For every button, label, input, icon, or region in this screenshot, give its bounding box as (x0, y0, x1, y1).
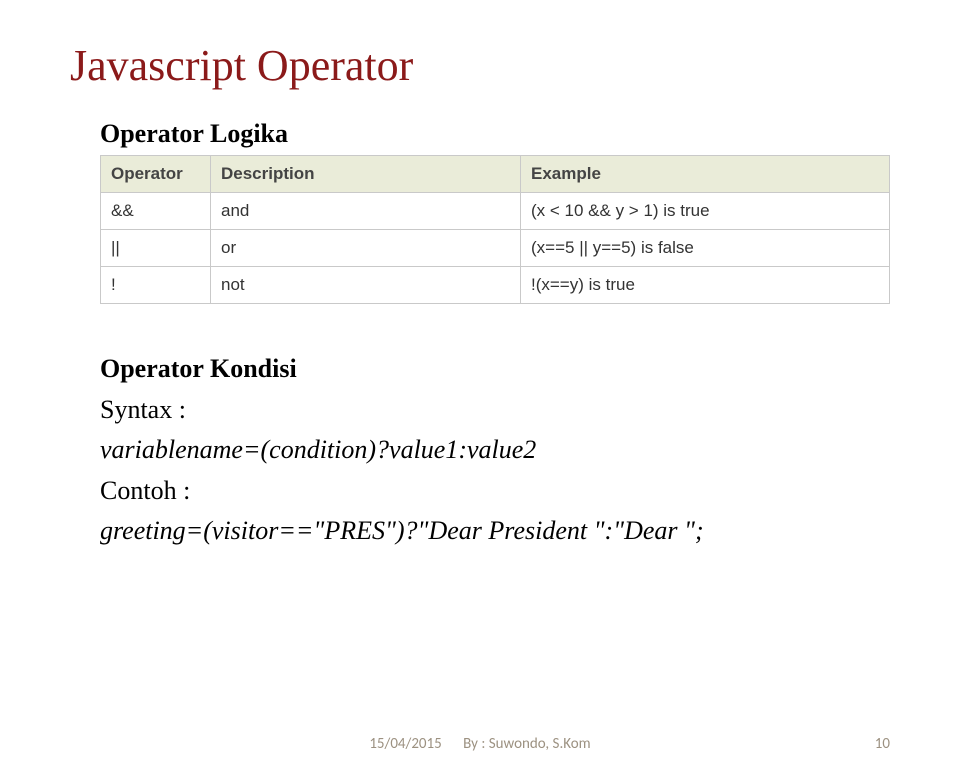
table-row: ! not !(x==y) is true (101, 267, 890, 304)
cell-example: !(x==y) is true (521, 267, 890, 304)
table-header-row: Operator Description Example (101, 156, 890, 193)
cell-example: (x==5 || y==5) is false (521, 230, 890, 267)
cell-description: or (211, 230, 521, 267)
footer-date: 15/04/2015 (369, 735, 441, 753)
footer-author: By : Suwondo, S.Kom (463, 735, 591, 753)
cell-example: (x < 10 && y > 1) is true (521, 193, 890, 230)
table-row: && and (x < 10 && y > 1) is true (101, 193, 890, 230)
section-heading-kondisi: Operator Kondisi (100, 354, 890, 384)
cell-description: not (211, 267, 521, 304)
example-code: greeting=(visitor=="PRES")?"Dear Preside… (100, 511, 890, 551)
footer-page-number: 10 (875, 735, 890, 753)
cell-operator: || (101, 230, 211, 267)
syntax-label: Syntax : (100, 390, 890, 430)
syntax-code: variablename=(condition)?value1:value2 (100, 430, 890, 470)
th-operator: Operator (101, 156, 211, 193)
page-title: Javascript Operator (70, 40, 890, 91)
cell-description: and (211, 193, 521, 230)
example-label: Contoh : (100, 471, 890, 511)
table-row: || or (x==5 || y==5) is false (101, 230, 890, 267)
cell-operator: ! (101, 267, 211, 304)
th-description: Description (211, 156, 521, 193)
th-example: Example (521, 156, 890, 193)
section-heading-logika: Operator Logika (100, 119, 890, 149)
operator-table: Operator Description Example && and (x <… (100, 155, 890, 304)
cell-operator: && (101, 193, 211, 230)
slide-footer: 15/04/2015 By : Suwondo, S.Kom 10 (0, 735, 960, 753)
